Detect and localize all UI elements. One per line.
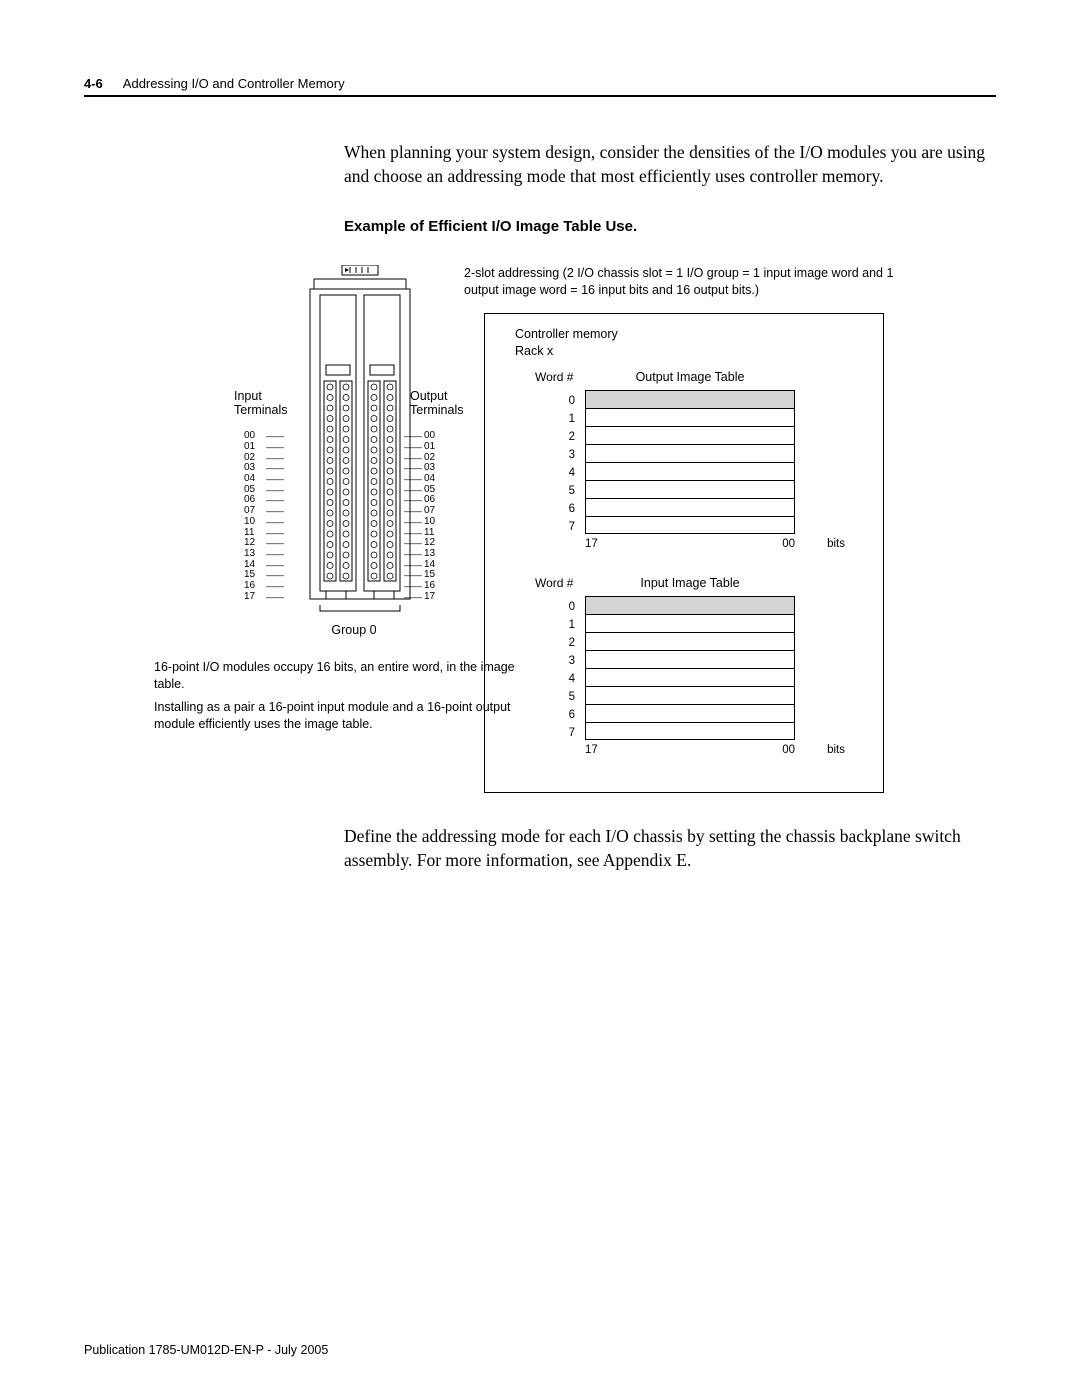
input-image-table: Word # Input Image Table 01234567 17 xyxy=(535,576,855,593)
controller-memory-box: Controller memory Rack x Word # Output I… xyxy=(484,313,884,793)
memory-title: Controller memory Rack x xyxy=(515,326,618,359)
word-header-output: Word # xyxy=(535,370,573,384)
intro-paragraph: When planning your system design, consid… xyxy=(344,141,996,188)
tick-marks-right: ———————————————————————————————— xyxy=(404,431,422,602)
table-row xyxy=(586,463,794,481)
output-terminals-label: Output Terminals xyxy=(410,390,474,418)
closing-paragraph: Define the addressing mode for each I/O … xyxy=(344,825,996,872)
output-grid xyxy=(585,390,795,534)
input-grid xyxy=(585,596,795,740)
tick-marks-left: ———————————————————————————————— xyxy=(266,431,284,602)
output-terminal-numbers: 00010203040506071011121314151617 xyxy=(424,431,435,602)
module-notes: 16-point I/O modules occupy 16 bits, an … xyxy=(154,659,534,739)
page-number: 4-6 xyxy=(84,76,103,91)
output-image-table: Word # Output Image Table 01234567 17 xyxy=(535,370,855,387)
group-label: Group 0 xyxy=(234,623,474,637)
table-row xyxy=(586,669,794,687)
table-row xyxy=(586,651,794,669)
table-row xyxy=(586,427,794,445)
diagram-area: 2-slot addressing (2 I/O chassis slot = … xyxy=(84,265,996,805)
table-row xyxy=(586,517,794,535)
table-row xyxy=(586,633,794,651)
table-row xyxy=(586,705,794,723)
output-table-title: Output Image Table xyxy=(585,370,795,384)
publication-footer: Publication 1785-UM012D-EN-P - July 2005 xyxy=(84,1343,328,1357)
input-bits-row: 17 00 bits xyxy=(585,744,845,756)
example-heading: Example of Efficient I/O Image Table Use… xyxy=(344,218,996,235)
input-word-numbers: 01234567 xyxy=(563,598,575,742)
table-row xyxy=(586,723,794,741)
rack-diagram: Input Terminals Output Terminals 0001020… xyxy=(234,265,474,615)
input-terminals-label: Input Terminals xyxy=(234,390,302,418)
table-row xyxy=(586,615,794,633)
output-bits-row: 17 00 bits xyxy=(585,538,845,550)
section-title: Addressing I/O and Controller Memory xyxy=(123,76,345,91)
table-row xyxy=(586,445,794,463)
page-header: 4-6 Addressing I/O and Controller Memory xyxy=(84,76,996,97)
table-row xyxy=(586,687,794,705)
table-row xyxy=(586,409,794,427)
module-note-2: Installing as a pair a 16-point input mo… xyxy=(154,699,534,733)
table-row xyxy=(586,481,794,499)
addressing-note: 2-slot addressing (2 I/O chassis slot = … xyxy=(464,265,894,299)
table-row xyxy=(586,597,794,615)
word-header-input: Word # xyxy=(535,576,573,590)
output-word-numbers: 01234567 xyxy=(563,392,575,536)
module-note-1: 16-point I/O modules occupy 16 bits, an … xyxy=(154,659,534,693)
table-row xyxy=(586,499,794,517)
input-terminal-numbers: 00010203040506071011121314151617 xyxy=(244,431,255,602)
table-row xyxy=(586,391,794,409)
input-table-title: Input Image Table xyxy=(585,576,795,590)
